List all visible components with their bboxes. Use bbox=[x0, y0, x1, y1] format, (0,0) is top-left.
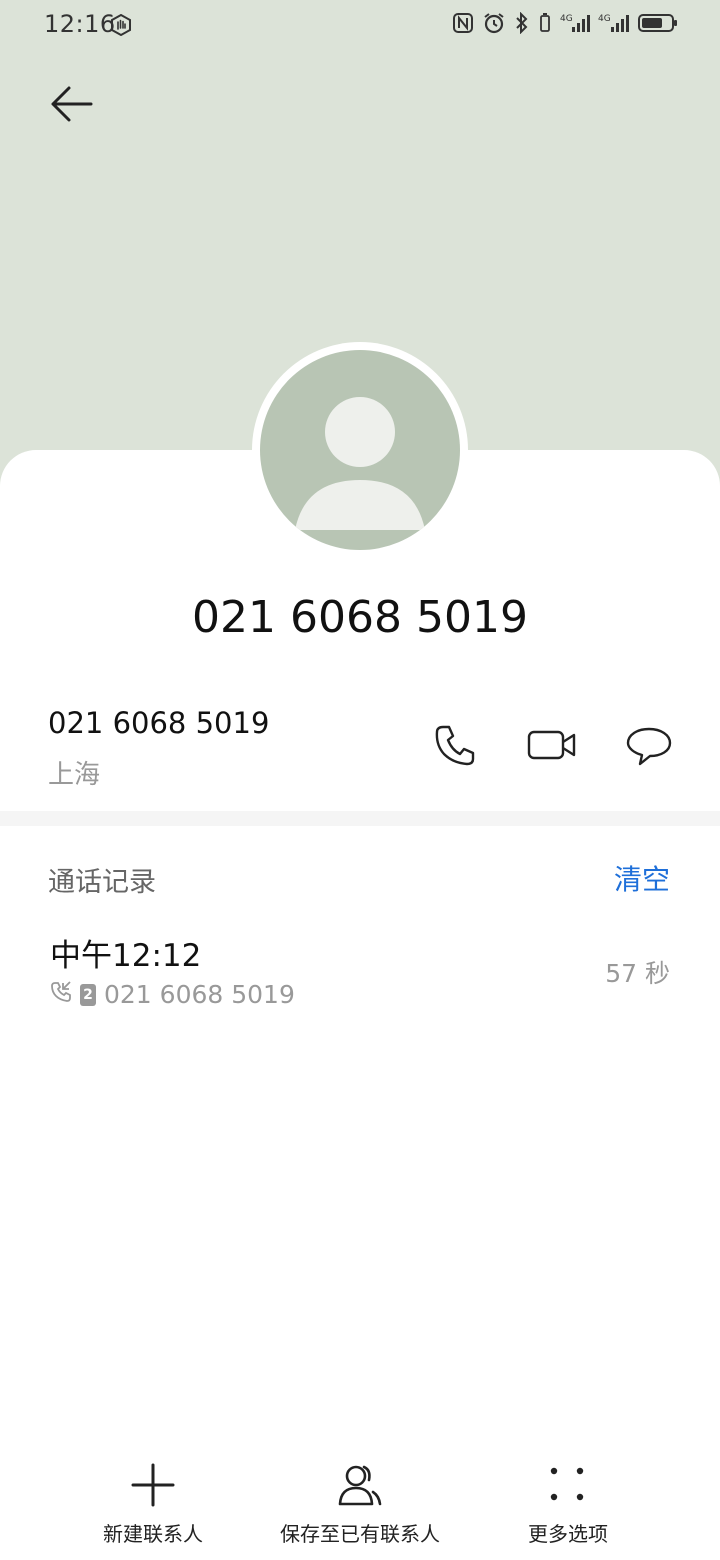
list-item[interactable]: 中午12:12 2 021 6068 5019 57 秒 bbox=[0, 920, 720, 1020]
battery-icon bbox=[638, 12, 678, 34]
number-location: 上海 bbox=[48, 760, 101, 790]
page-title: 021 6068 5019 bbox=[192, 592, 528, 643]
avatar bbox=[252, 342, 468, 558]
avatar-placeholder-icon bbox=[260, 350, 460, 550]
phone-number[interactable]: 021 6068 5019 bbox=[48, 706, 269, 740]
incoming-call-icon bbox=[50, 980, 72, 1009]
plus-icon bbox=[128, 1460, 178, 1510]
more-options-button[interactable]: 更多选项 bbox=[518, 1460, 618, 1547]
status-time: 12:16 bbox=[44, 10, 116, 38]
new-contact-button[interactable]: 新建联系人 bbox=[98, 1460, 208, 1547]
call-log-title: 通话记录 bbox=[48, 867, 156, 898]
status-icons: 4G 4G bbox=[452, 12, 678, 34]
call-time: 中午12:12 bbox=[50, 938, 202, 974]
clear-button[interactable]: 清空 bbox=[614, 858, 670, 898]
video-call-icon bbox=[527, 721, 577, 773]
more-options-label: 更多选项 bbox=[528, 1522, 608, 1546]
signal-4g-icon: 4G bbox=[560, 12, 590, 34]
contact-detail-screen: 12:16 4G 4G 021 6068 5019 021 6068 5019 … bbox=[0, 0, 720, 1560]
nfc-icon bbox=[452, 12, 474, 34]
message-button[interactable] bbox=[624, 722, 674, 772]
section-divider bbox=[0, 811, 720, 826]
sim-2-icon: 2 bbox=[80, 983, 96, 1006]
phone-icon bbox=[431, 721, 479, 773]
new-contact-label: 新建联系人 bbox=[103, 1522, 203, 1546]
svg-text:4G: 4G bbox=[560, 14, 573, 24]
call-details: 2 021 6068 5019 bbox=[50, 980, 295, 1009]
svg-text:4G: 4G bbox=[598, 14, 611, 24]
bottom-toolbar: 新建联系人 保存至已有联系人 更多选项 bbox=[0, 1460, 720, 1560]
signal-4g-icon: 4G bbox=[598, 12, 630, 34]
save-to-existing-label: 保存至已有联系人 bbox=[280, 1522, 440, 1546]
more-dots-icon bbox=[543, 1460, 593, 1510]
contacts-icon bbox=[335, 1460, 385, 1510]
call-button[interactable] bbox=[430, 722, 480, 772]
back-button[interactable] bbox=[40, 80, 102, 132]
call-number: 021 6068 5019 bbox=[104, 980, 295, 1009]
video-call-button[interactable] bbox=[527, 722, 577, 772]
message-icon bbox=[625, 721, 673, 773]
vibrate-icon bbox=[538, 12, 552, 34]
bluetooth-icon bbox=[514, 12, 530, 34]
save-to-existing-button[interactable]: 保存至已有联系人 bbox=[270, 1460, 450, 1547]
alarm-icon bbox=[482, 12, 506, 34]
hand-icon bbox=[110, 13, 132, 37]
arrow-left-icon bbox=[49, 84, 93, 128]
call-duration: 57 秒 bbox=[605, 959, 670, 988]
